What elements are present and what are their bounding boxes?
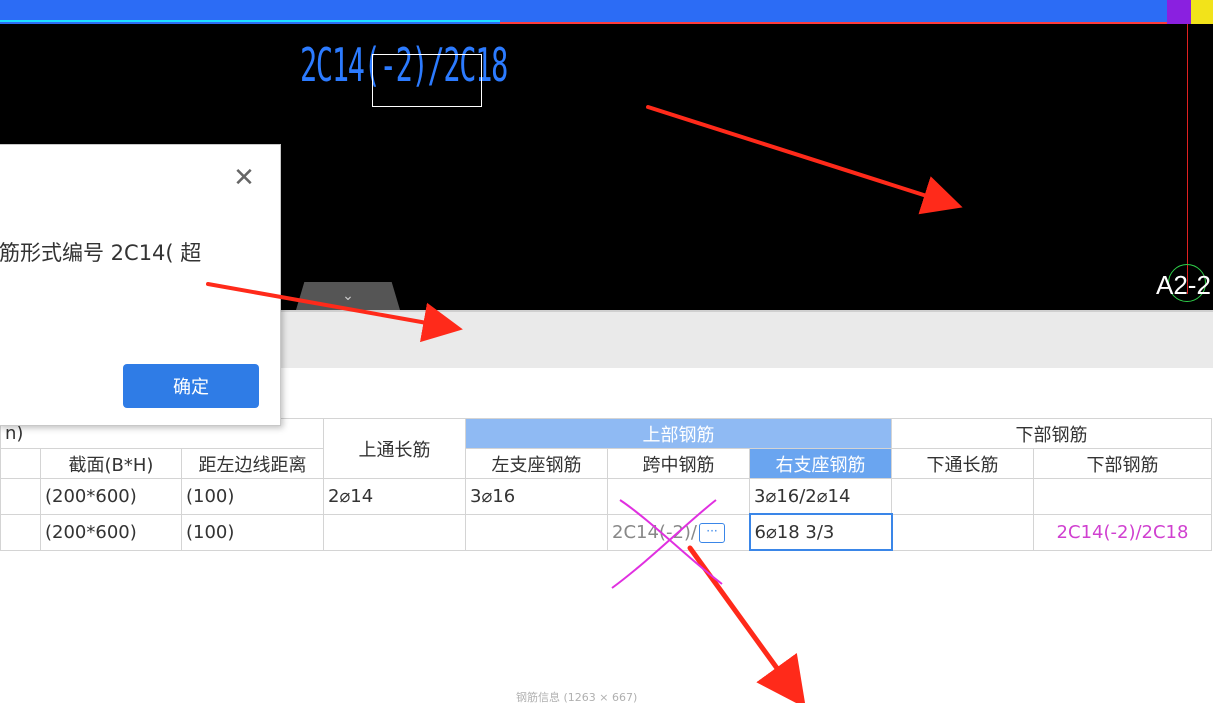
- cell-right-support[interactable]: 3⌀16/2⌀14: [749, 478, 892, 515]
- col-header-bottom-through[interactable]: 下通长筋: [891, 448, 1034, 479]
- cell-offset[interactable]: (100): [181, 513, 324, 551]
- toolbar-accent-line: [0, 20, 500, 22]
- more-options-button[interactable]: ···: [698, 522, 725, 543]
- col-header-bottom-reinf[interactable]: 下部钢筋: [1033, 448, 1212, 479]
- chevron-down-icon: ⌄: [342, 288, 354, 304]
- cell-offset[interactable]: (100): [181, 478, 324, 515]
- col-header-mid-span[interactable]: 跨中钢筋: [607, 448, 750, 479]
- mid-span-value: 2C14(-2)/: [612, 521, 697, 543]
- row-index-cell: [0, 513, 41, 551]
- cell-bottom-through[interactable]: [891, 513, 1034, 551]
- col-header-blank: [0, 448, 41, 479]
- cell-top-through[interactable]: 2⌀14: [323, 478, 466, 515]
- cad-axis-line: [1187, 24, 1188, 294]
- cell-section[interactable]: (200*600): [40, 478, 182, 515]
- cell-mid-span[interactable]: [607, 478, 750, 515]
- cell-left-support[interactable]: 3⌀16: [465, 478, 608, 515]
- arrow-annotation-cell: [687, 545, 806, 703]
- group-header-upper: 上部钢筋: [465, 418, 892, 449]
- top-toolbar-strip: [0, 0, 1213, 24]
- rebar-table: n) 上通长筋 上部钢筋 下部钢筋 截面(B*H) 距左边线距离 左支座钢筋 跨…: [0, 418, 1213, 551]
- dialog-message: 筋形式编号 2C14( 超: [0, 241, 202, 265]
- col-header-left-support[interactable]: 左支座钢筋: [465, 448, 608, 479]
- table-row: (200*600) (100) 2C14(-2)/··· 6⌀18 3/3 2C…: [0, 513, 1212, 551]
- cell-bottom-through[interactable]: [891, 478, 1034, 515]
- cad-axis-label: A2-2: [1156, 270, 1211, 300]
- col-header-top-through[interactable]: 上通长筋: [323, 418, 466, 479]
- cell-right-support-active[interactable]: 6⌀18 3/3: [748, 513, 893, 551]
- cell-bottom-reinf[interactable]: [1033, 478, 1212, 515]
- cell-bottom-reinf[interactable]: 2C14(-2)/2C18: [1033, 513, 1212, 551]
- col-header-section[interactable]: 截面(B*H): [40, 448, 182, 479]
- cad-selection-box: [372, 54, 482, 107]
- col-header-offset[interactable]: 距左边线距离: [181, 448, 324, 479]
- table-row: (200*600) (100) 2⌀14 3⌀16 3⌀16/2⌀14: [0, 478, 1212, 515]
- error-dialog: ✕ 筋形式编号 2C14( 超 确定: [0, 144, 281, 426]
- cell-left-support[interactable]: [465, 513, 608, 551]
- collapse-panel-tab[interactable]: ⌄: [296, 282, 400, 310]
- close-icon[interactable]: ✕: [231, 165, 257, 191]
- cell-section[interactable]: (200*600): [40, 513, 182, 551]
- col-header-right-support[interactable]: 右支座钢筋: [749, 448, 892, 479]
- group-header-lower: 下部钢筋: [891, 418, 1212, 449]
- cell-mid-span[interactable]: 2C14(-2)/···: [607, 513, 750, 551]
- toolbar-corner-yellow: [1191, 0, 1213, 24]
- confirm-button[interactable]: 确定: [123, 364, 259, 408]
- cell-top-through[interactable]: [323, 513, 466, 551]
- row-index-cell: [0, 478, 41, 515]
